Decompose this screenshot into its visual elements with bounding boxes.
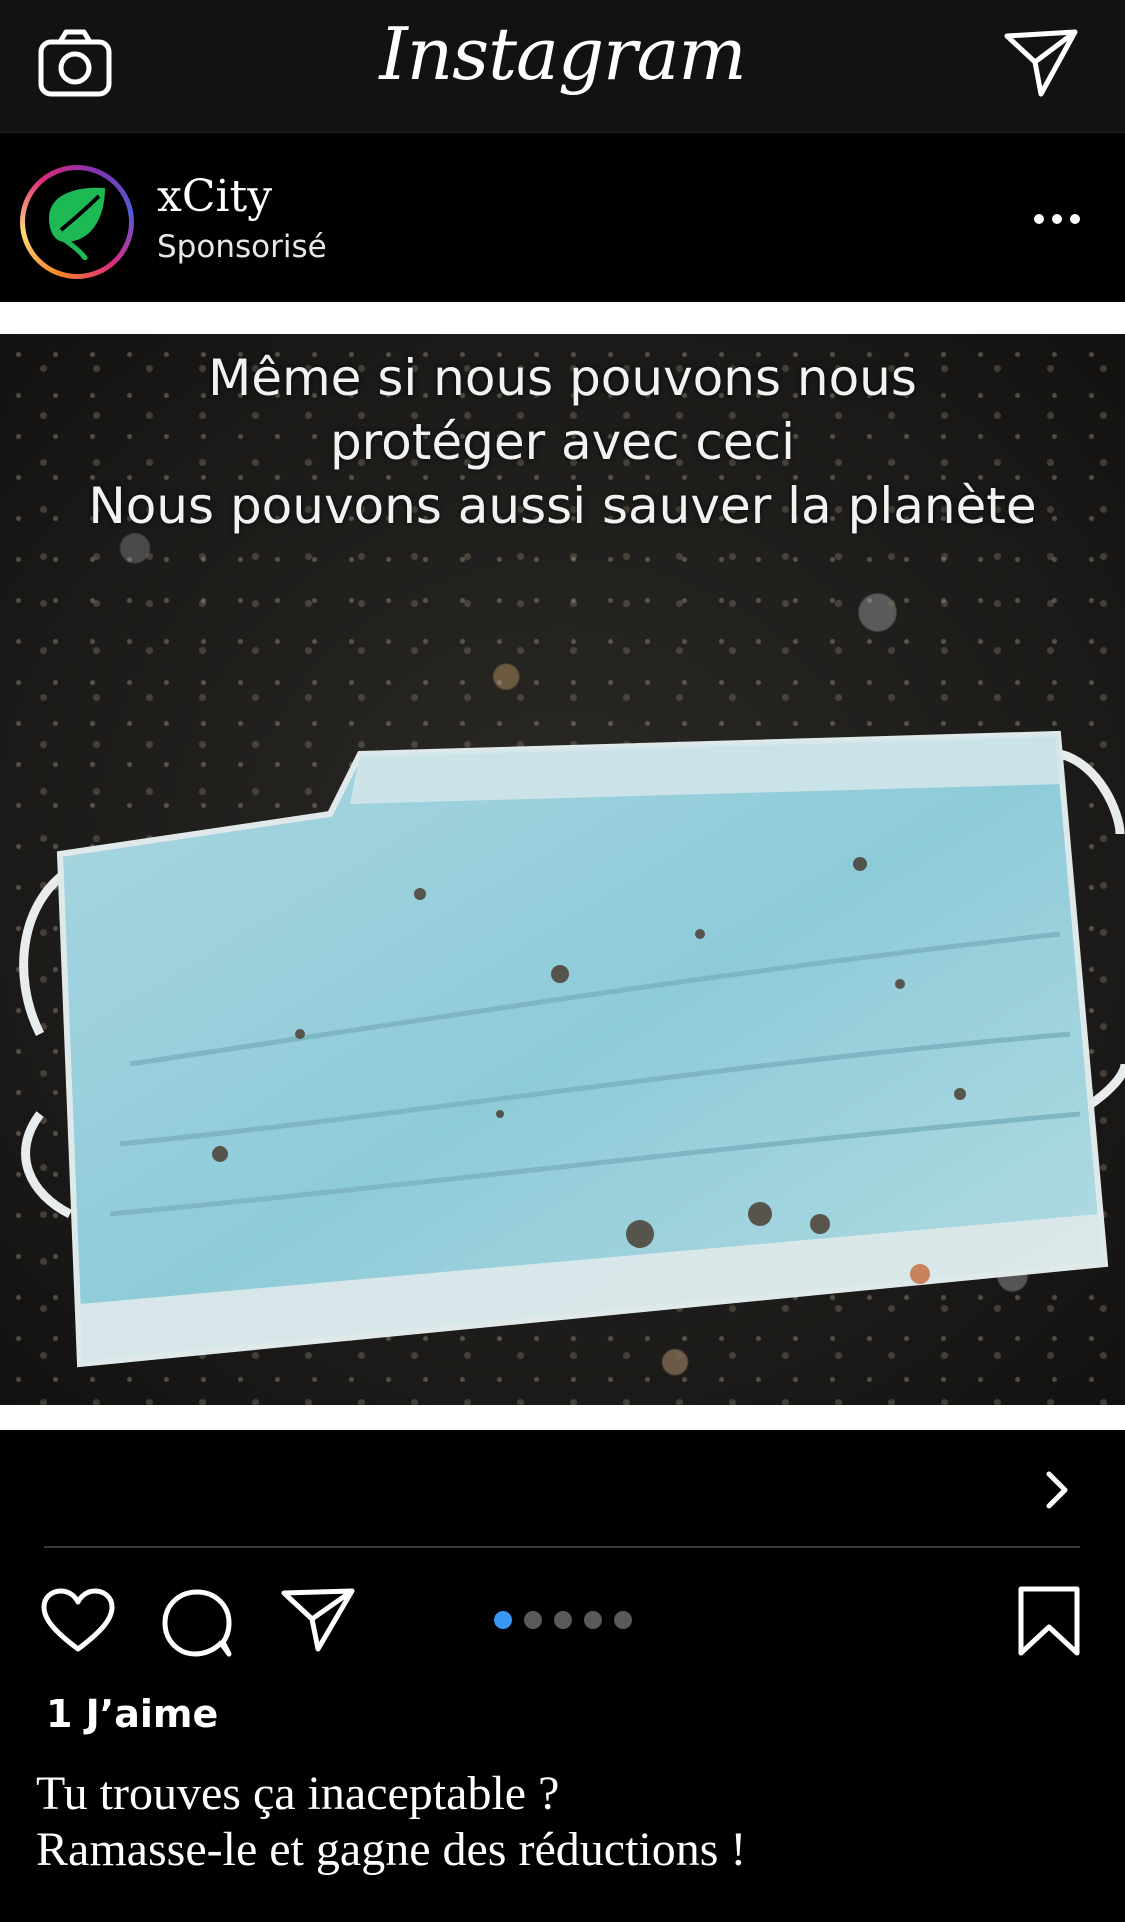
paper-plane-icon[interactable] xyxy=(280,1587,356,1653)
caption-line: Tu trouves ça inaceptable ? xyxy=(36,1767,560,1820)
post-caption: Tu trouves ça inaceptable ? Ramasse-le e… xyxy=(36,1766,746,1878)
avatar[interactable] xyxy=(20,165,134,279)
more-horizontal-icon[interactable] xyxy=(1033,213,1081,225)
cta-row[interactable] xyxy=(0,1430,1125,1546)
sponsored-label: Sponsorisé xyxy=(157,229,327,265)
likes-count[interactable]: 1 J’aime xyxy=(46,1692,218,1736)
app-brand: Instagram xyxy=(379,12,746,96)
carousel-dot xyxy=(584,1611,602,1629)
chevron-right-icon[interactable] xyxy=(1043,1470,1071,1510)
comment-icon[interactable] xyxy=(161,1587,233,1659)
carousel-dot xyxy=(554,1611,572,1629)
bookmark-icon[interactable] xyxy=(1017,1585,1081,1657)
carousel-dot xyxy=(494,1611,512,1629)
top-app-bar: Instagram xyxy=(0,0,1125,133)
overlay-line: Même si nous pouvons nous xyxy=(208,349,917,407)
account-username[interactable]: xCity xyxy=(157,171,272,222)
post-header: xCity Sponsorisé xyxy=(0,133,1125,302)
post-image-frame: Même si nous pouvons nous protéger avec … xyxy=(0,302,1125,1430)
post-photo[interactable]: Même si nous pouvons nous protéger avec … xyxy=(0,334,1125,1405)
caption-line: Ramasse-le et gagne des réductions ! xyxy=(36,1823,747,1876)
post-action-bar xyxy=(0,1575,1125,1665)
overlay-line: protéger avec ceci xyxy=(329,413,796,471)
carousel-dot xyxy=(614,1611,632,1629)
leaf-icon xyxy=(49,187,105,260)
overlay-line: Nous pouvons aussi sauver la planète xyxy=(88,477,1037,535)
paper-plane-icon[interactable] xyxy=(1003,28,1079,98)
image-overlay-text: Même si nous pouvons nous protéger avec … xyxy=(0,346,1125,538)
carousel-indicator xyxy=(494,1611,644,1631)
divider xyxy=(44,1546,1080,1548)
heart-icon[interactable] xyxy=(40,1587,116,1655)
carousel-dot xyxy=(524,1611,542,1629)
